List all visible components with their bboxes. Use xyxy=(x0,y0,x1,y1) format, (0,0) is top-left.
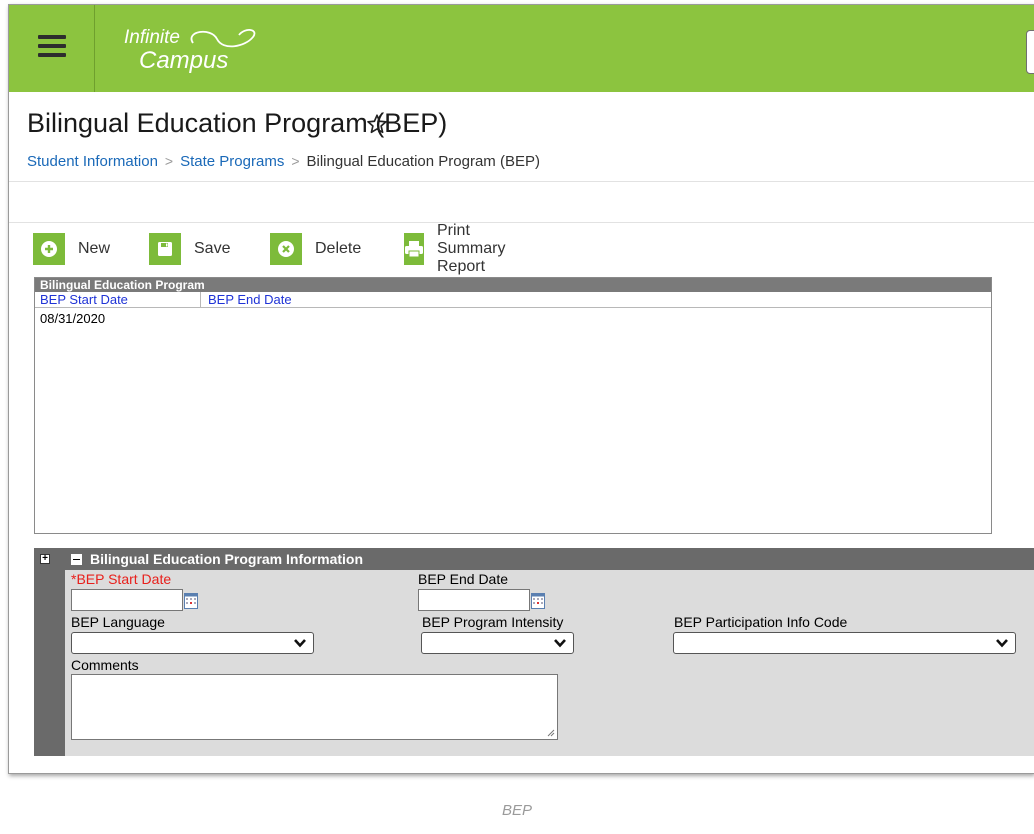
column-header-end-date[interactable]: BEP End Date xyxy=(208,292,292,308)
cell-start-date: 08/31/2020 xyxy=(40,311,106,326)
end-date-label: BEP End Date xyxy=(418,571,509,587)
grid-title: Bilingual Education Program xyxy=(35,278,991,292)
chevron-down-icon xyxy=(996,639,1008,648)
delete-button-label: Delete xyxy=(315,240,362,257)
column-header-start-date[interactable]: BEP Start Date xyxy=(40,292,128,308)
header-divider xyxy=(94,5,95,92)
grid-header-row: BEP Start Date BEP End Date xyxy=(35,292,991,308)
hamburger-menu-icon[interactable] xyxy=(38,35,66,59)
breadcrumb-separator-icon: > xyxy=(291,153,300,169)
table-row[interactable]: 08/31/2020 xyxy=(35,308,991,326)
chevron-down-icon xyxy=(294,639,306,648)
start-date-label: *BEP Start Date xyxy=(71,571,172,587)
new-button[interactable]: New xyxy=(33,233,110,265)
language-select[interactable] xyxy=(71,632,314,654)
image-caption: BEP xyxy=(501,802,532,819)
chevron-down-icon xyxy=(554,639,566,648)
participation-info-code-select[interactable] xyxy=(673,632,1016,654)
top-bar: Infinite Campus xyxy=(9,5,1034,92)
language-label: BEP Language xyxy=(71,614,165,630)
expand-plus-icon[interactable]: + xyxy=(40,554,50,564)
logo-swirl-icon xyxy=(190,29,256,48)
breadcrumb-student-information[interactable]: Student Information xyxy=(27,153,158,170)
start-date-field[interactable] xyxy=(71,589,183,611)
panel-sidebar: + xyxy=(34,548,65,756)
breadcrumb-state-programs[interactable]: State Programs xyxy=(180,153,284,170)
delete-circle-x-icon xyxy=(270,233,302,265)
save-disk-icon xyxy=(149,233,181,265)
start-date-calendar-icon[interactable] xyxy=(184,593,198,609)
divider xyxy=(9,181,1034,182)
resize-grip-icon[interactable] xyxy=(547,729,555,737)
print-button-label: Print Summary Report xyxy=(437,222,506,275)
favorite-star-icon[interactable] xyxy=(366,113,388,135)
save-button[interactable]: Save xyxy=(149,233,230,265)
collapse-minus-icon[interactable] xyxy=(71,554,82,565)
breadcrumb-separator-icon: > xyxy=(164,153,174,169)
header-right-control[interactable] xyxy=(1026,30,1034,74)
bep-information-panel: + Bilingual Education Program Informatio… xyxy=(34,548,1034,756)
breadcrumb-current: Bilingual Education Program (BEP) xyxy=(306,153,540,170)
column-separator xyxy=(200,292,201,308)
participation-info-code-label: BEP Participation Info Code xyxy=(674,614,848,630)
save-button-label: Save xyxy=(194,240,231,257)
divider xyxy=(9,222,1034,223)
infinite-campus-logo[interactable]: Infinite Campus xyxy=(121,23,271,75)
app-window: Infinite Campus Bilingual Education Prog… xyxy=(8,4,1034,774)
logo-text-line1: Infinite xyxy=(124,27,180,48)
delete-button[interactable]: Delete xyxy=(270,233,361,265)
breadcrumb: Student Information > State Programs > Bilin… xyxy=(27,153,540,170)
end-date-field[interactable] xyxy=(418,589,530,611)
comments-label: Comments xyxy=(71,657,139,673)
program-intensity-label: BEP Program Intensity xyxy=(422,614,564,630)
comments-textarea[interactable] xyxy=(71,674,558,740)
bep-records-grid: Bilingual Education Program BEP Start Da… xyxy=(34,277,992,534)
panel-title: Bilingual Education Program Information xyxy=(90,551,364,567)
printer-icon xyxy=(404,233,424,265)
end-date-calendar-icon[interactable] xyxy=(531,593,545,609)
plus-circle-icon xyxy=(33,233,65,265)
panel-header: Bilingual Education Program Information xyxy=(65,548,1034,570)
program-intensity-select[interactable] xyxy=(421,632,574,654)
print-summary-report-button[interactable]: Print Summary Report xyxy=(404,222,517,275)
new-button-label: New xyxy=(78,240,111,257)
